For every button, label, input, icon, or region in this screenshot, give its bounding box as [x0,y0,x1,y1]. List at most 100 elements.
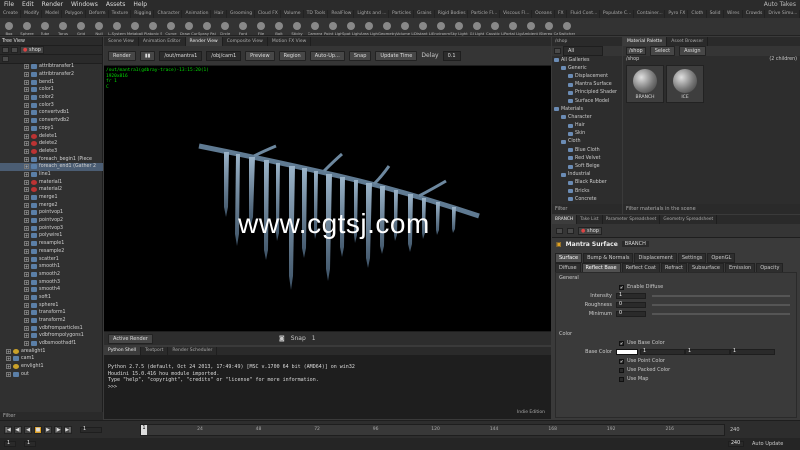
minimum-slider[interactable] [652,313,790,315]
expand-toggle-icon[interactable]: + [24,79,29,85]
tree-node[interactable]: + pointvop1 [0,209,103,217]
param-back-icon[interactable] [556,227,563,234]
shelf-tab[interactable]: Solid [707,10,724,18]
surface-tab[interactable]: Settings [677,253,707,263]
view-tab[interactable]: Composite View [223,37,268,46]
shell-tab[interactable]: Render Scheduler [168,347,218,355]
shelf-tab[interactable]: Deform [86,10,109,18]
tree-node[interactable]: + vdbsmoothsdf1 [0,340,103,348]
expand-toggle-icon[interactable]: + [24,210,29,216]
expand-toggle-icon[interactable]: + [24,218,29,224]
gallery-item[interactable]: Displacement [552,72,622,80]
shelf-tool[interactable]: Tube [36,18,54,36]
shelf-tab[interactable]: RealFlow [328,10,355,18]
current-frame-field[interactable]: 1 [80,427,102,433]
gallery-item[interactable]: Bricks [552,187,622,195]
jump-start-button[interactable]: |◀ [4,426,12,434]
tree-node[interactable]: + soft1 [0,294,103,302]
shelf-tool[interactable]: Distant Light [414,18,432,36]
gallery-item[interactable]: Blue Cloth [552,146,622,154]
tree-node[interactable]: + delete3 [0,148,103,156]
tree-node[interactable]: + polywire1 [0,232,103,240]
play-button[interactable]: ▶ [44,426,52,434]
playhead[interactable]: 1 [141,425,147,435]
shell-tab[interactable]: Textport [141,347,169,355]
shelf-tool[interactable]: Ambient Lig... [522,18,540,36]
render-button[interactable]: Render [108,50,136,61]
expand-toggle-icon[interactable]: + [6,371,11,377]
shelf-tab[interactable]: TD Tools [304,10,329,18]
stop-button[interactable]: ■ [34,426,42,434]
shelf-tab[interactable]: Grains [414,10,435,18]
base-color-g[interactable]: 1 [685,349,730,355]
tree-node[interactable]: + attribtransfer2 [0,71,103,79]
palette-path[interactable]: /shop [626,47,646,55]
expand-toggle-icon[interactable]: + [24,133,29,139]
timeline-scrubber[interactable]: 1 24 48 72 96 120 144 168 192 216 [140,424,725,436]
shelf-tab[interactable]: Container... [634,10,666,18]
tree-node[interactable]: + attribtransfer1 [0,63,103,71]
shelf-tool[interactable]: Draw Curve [180,18,198,36]
tree-node[interactable]: + envlight1 [0,363,103,371]
tree-view-tab[interactable]: Tree View [2,39,25,44]
region-button[interactable]: Region [278,50,306,61]
expand-toggle-icon[interactable]: + [24,171,29,177]
shelf-tool[interactable]: Volume Light [396,18,414,36]
gallery-item[interactable]: Surface Model [552,97,622,105]
tree-node[interactable]: + convertvdb2 [0,117,103,125]
shelf-tab[interactable]: Cloth [688,10,707,18]
use-map-checkbox[interactable] [619,376,624,382]
gallery-item[interactable]: Cloth [552,138,622,146]
tree-node[interactable]: + copy1 [0,125,103,133]
tree-node[interactable]: + merge2 [0,201,103,209]
use-packed-color-checkbox[interactable] [619,367,624,373]
tree-node[interactable]: + smooth3 [0,278,103,286]
tree-node[interactable]: + smooth2 [0,271,103,279]
shelf-tab[interactable]: Populate C... [600,10,634,18]
tree-node[interactable]: + resample2 [0,248,103,256]
param-pane-tab[interactable]: BRANCH [552,215,578,224]
shelf-tool[interactable]: File [252,18,270,36]
expand-toggle-icon[interactable]: + [24,271,29,277]
tree-filter[interactable]: Filter [0,412,103,420]
expand-toggle-icon[interactable]: + [24,64,29,70]
gallery-item[interactable]: Character [552,113,622,121]
expand-toggle-icon[interactable]: + [6,348,11,354]
shelf-tool[interactable]: Curve [162,18,180,36]
shelf-tab[interactable]: Polygon [62,10,86,18]
tree-node[interactable]: + bend1 [0,78,103,86]
view-tab[interactable]: Motion FX View [268,37,312,46]
tree-node[interactable]: + foreach_end1 (Gather 2 [0,162,103,171]
base-color-b[interactable]: 1 [730,349,775,355]
gallery-item[interactable]: Soft Beige [552,162,622,170]
tree-node[interactable]: + pointvop3 [0,224,103,232]
shelf-tool[interactable]: Point Light [324,18,342,36]
expand-toggle-icon[interactable]: + [24,333,29,339]
gallery-item[interactable]: Black Rubber [552,179,622,187]
shelf-tab[interactable]: Hair [211,10,227,18]
snap-button[interactable]: Snap [348,50,372,61]
shelf-tab[interactable]: Grooming [227,10,255,18]
shelf-tool[interactable]: Spray Paint [198,18,216,36]
shelf-tab[interactable]: Drive Simu... [765,10,800,18]
roughness-slider[interactable] [652,304,790,306]
shelf-tool[interactable]: Sticky [288,18,306,36]
shelf-tool[interactable]: Switcher [558,18,576,36]
shelf-tool[interactable]: Circle [216,18,234,36]
shelf-tab[interactable]: Pyro FX [665,10,689,18]
tree-node[interactable]: + smooth4 [0,286,103,294]
gallery-filter-dropdown[interactable]: All [563,46,603,56]
shelf-tool[interactable]: Torus [54,18,72,36]
expand-toggle-icon[interactable]: + [24,302,29,308]
tree-node[interactable]: + vdbfromparticles1 [0,324,103,332]
shelf-tool[interactable]: Font [234,18,252,36]
shelf-tab[interactable]: Character [154,10,183,18]
shelf-tool[interactable]: Area Light [360,18,378,36]
shelf-tab[interactable]: Fluid Cont... [567,10,600,18]
shelf-tab[interactable]: Rigid Bodies [435,10,469,18]
range-start-field[interactable]: 1 [4,441,16,447]
minimum-field[interactable]: 0 [616,311,646,317]
shelf-tab[interactable]: Viscous Fl... [500,10,533,18]
tree-node[interactable]: + foreach_begin1 (Piece [0,155,103,163]
base-color-swatch[interactable] [616,349,638,355]
